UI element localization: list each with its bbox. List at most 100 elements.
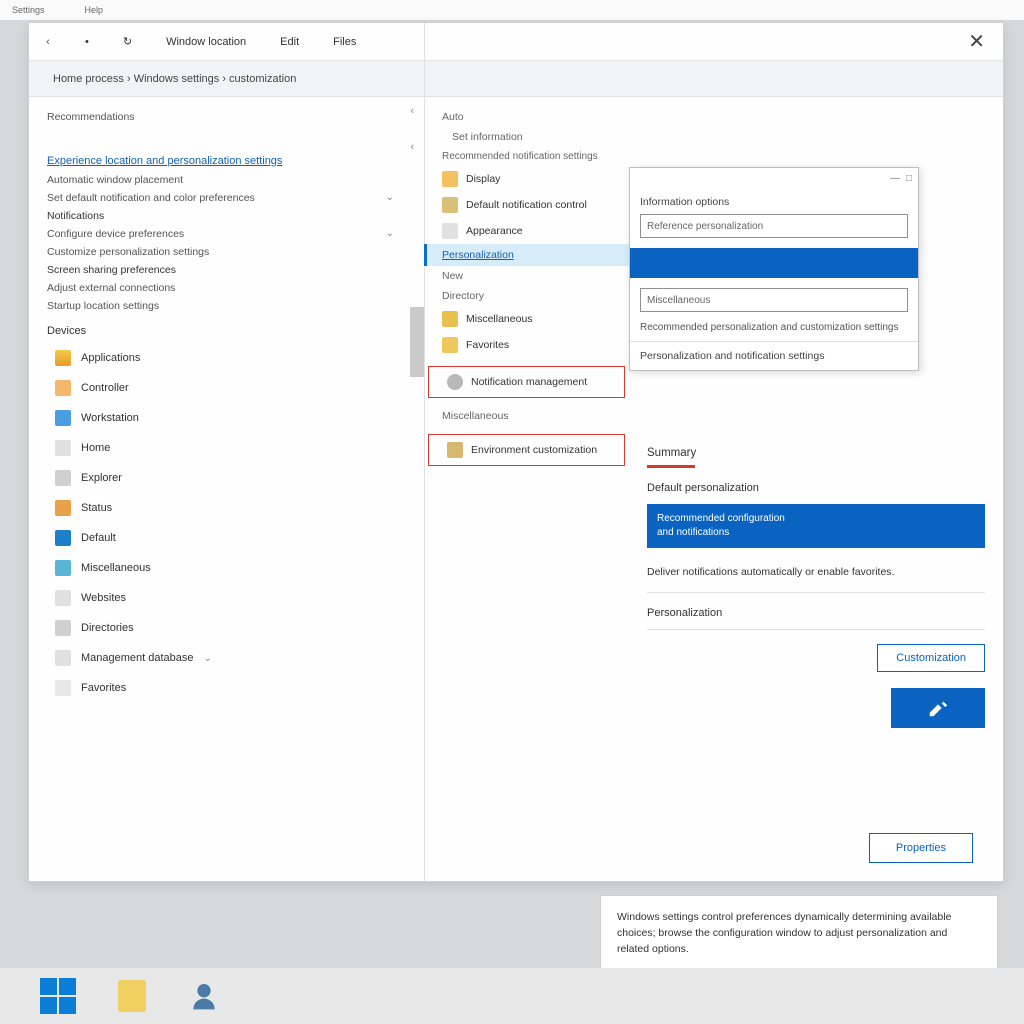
- device-item[interactable]: Favorites: [29, 673, 424, 703]
- scrollbar-thumb[interactable]: [410, 307, 424, 377]
- workstation-icon: [55, 410, 71, 426]
- left-item[interactable]: Customize personalization settings: [29, 243, 424, 261]
- left-item[interactable]: Configure device preferences⌄: [29, 225, 424, 243]
- action-button[interactable]: [891, 688, 985, 728]
- taskbar: [0, 968, 1024, 1024]
- middle-pane: Auto Set information Recommended notific…: [424, 97, 629, 881]
- pen-icon: [927, 697, 949, 719]
- chevron-down-icon: ⌄: [386, 192, 394, 203]
- tab-edit[interactable]: Edit: [272, 32, 307, 52]
- back-button[interactable]: ‹: [37, 31, 59, 53]
- tab-bar: ‹ • ↻ Window location Edit Files ✕: [29, 23, 1003, 61]
- tab-files[interactable]: Files: [325, 32, 364, 52]
- taskbar-icon[interactable]: [188, 980, 220, 1012]
- mid-subheader: Set information: [424, 127, 629, 147]
- popup-message: Personalization and notification setting…: [630, 341, 918, 370]
- mid-item[interactable]: Appearance: [424, 218, 629, 244]
- app-icon: [55, 350, 71, 366]
- controller-icon: [55, 380, 71, 396]
- device-item[interactable]: Directories: [29, 613, 424, 643]
- chevron-icon: ⌄: [204, 653, 212, 664]
- device-item[interactable]: Management database⌄: [29, 643, 424, 673]
- display-icon: [442, 171, 458, 187]
- info-banner: Recommended configurationand notificatio…: [647, 504, 985, 548]
- folder-icon: [55, 620, 71, 636]
- customization-button[interactable]: Customization: [877, 644, 985, 672]
- left-header: Recommendations: [29, 107, 424, 127]
- mid-header: Auto: [424, 107, 629, 127]
- mid-header: New: [424, 266, 629, 286]
- left-item[interactable]: Screen sharing preferences: [29, 261, 424, 279]
- section-devices: Devices: [29, 319, 424, 343]
- status-icon: [55, 500, 71, 516]
- left-item[interactable]: Automatic window placement: [29, 171, 424, 189]
- db-icon: [55, 650, 71, 666]
- home-icon: [55, 440, 71, 456]
- popup-note: Recommended personalization and customiz…: [640, 322, 908, 333]
- right-pane: — □ Information options Reference person…: [629, 97, 1003, 881]
- device-item[interactable]: Miscellaneous: [29, 553, 424, 583]
- explorer-icon: [55, 470, 71, 486]
- highlighted-option-2[interactable]: Environment customization: [428, 434, 625, 466]
- tab-window-location[interactable]: Window location: [158, 32, 254, 52]
- tab-dot[interactable]: •: [77, 32, 97, 52]
- highlighted-option-1[interactable]: Notification management: [428, 366, 625, 398]
- taskbar-icon[interactable]: [118, 980, 146, 1012]
- properties-button[interactable]: Properties: [869, 833, 973, 863]
- left-pane: ‹ Recommendations ‹ Experience location …: [29, 97, 424, 881]
- breadcrumb: Home process › Windows settings › custom…: [29, 61, 1003, 97]
- device-item[interactable]: Controller: [29, 373, 424, 403]
- device-item[interactable]: Applications: [29, 343, 424, 373]
- accent-underline: [647, 465, 695, 468]
- windows-start-icon[interactable]: [40, 978, 76, 1014]
- left-item[interactable]: Set default notification and color prefe…: [29, 189, 424, 207]
- popup-input-2[interactable]: Miscellaneous: [640, 288, 908, 312]
- device-item[interactable]: Workstation: [29, 403, 424, 433]
- collapse-icon[interactable]: ‹: [410, 105, 414, 117]
- section-label: Personalization: [647, 607, 985, 619]
- misc-icon: [442, 311, 458, 327]
- left-item[interactable]: Startup location settings: [29, 297, 424, 315]
- mid-item[interactable]: Favorites: [424, 332, 629, 358]
- mid-item[interactable]: Default notification control: [424, 192, 629, 218]
- mid-item-selected[interactable]: Personalization: [424, 244, 629, 266]
- left-item[interactable]: Notifications: [29, 207, 424, 225]
- default-icon: [55, 530, 71, 546]
- mid-group: Recommended notification settings: [424, 147, 629, 166]
- device-item[interactable]: Home: [29, 433, 424, 463]
- section-title: Summary: [647, 447, 985, 459]
- main-window: ‹ • ↻ Window location Edit Files ✕ Home …: [28, 22, 1004, 882]
- app-name: Settings: [12, 5, 45, 15]
- close-icon[interactable]: ✕: [958, 25, 995, 58]
- mid-header: Directory: [424, 286, 629, 306]
- mid-item[interactable]: Display: [424, 166, 629, 192]
- notify-icon: [442, 197, 458, 213]
- popup-input-1[interactable]: Reference personalization: [640, 214, 908, 238]
- section-subtitle: Default personalization: [647, 482, 985, 494]
- fav-icon: [442, 337, 458, 353]
- popup-dialog: — □ Information options Reference person…: [629, 167, 919, 371]
- mid-header: Miscellaneous: [424, 406, 629, 426]
- popup-highlight[interactable]: [630, 248, 918, 278]
- refresh-icon[interactable]: ↻: [115, 31, 140, 52]
- popup-title: Information options: [640, 196, 908, 208]
- help-label: Help: [85, 5, 104, 15]
- web-icon: [55, 590, 71, 606]
- left-item[interactable]: Adjust external connections: [29, 279, 424, 297]
- misc-icon: [55, 560, 71, 576]
- device-item[interactable]: Status: [29, 493, 424, 523]
- fav-icon: [55, 680, 71, 696]
- device-item[interactable]: Default: [29, 523, 424, 553]
- minimize-icon[interactable]: —: [890, 173, 900, 184]
- section-text: Deliver notifications automatically or e…: [647, 566, 985, 578]
- env-icon: [447, 442, 463, 458]
- appearance-icon: [442, 223, 458, 239]
- gear-icon: [447, 374, 463, 390]
- collapse-icon-2[interactable]: ‹: [410, 141, 414, 153]
- experience-link[interactable]: Experience location and personalization …: [29, 151, 424, 171]
- device-item[interactable]: Explorer: [29, 463, 424, 493]
- chevron-icon: ⌄: [386, 228, 394, 239]
- mid-item[interactable]: Miscellaneous: [424, 306, 629, 332]
- device-item[interactable]: Websites: [29, 583, 424, 613]
- maximize-icon[interactable]: □: [906, 173, 912, 184]
